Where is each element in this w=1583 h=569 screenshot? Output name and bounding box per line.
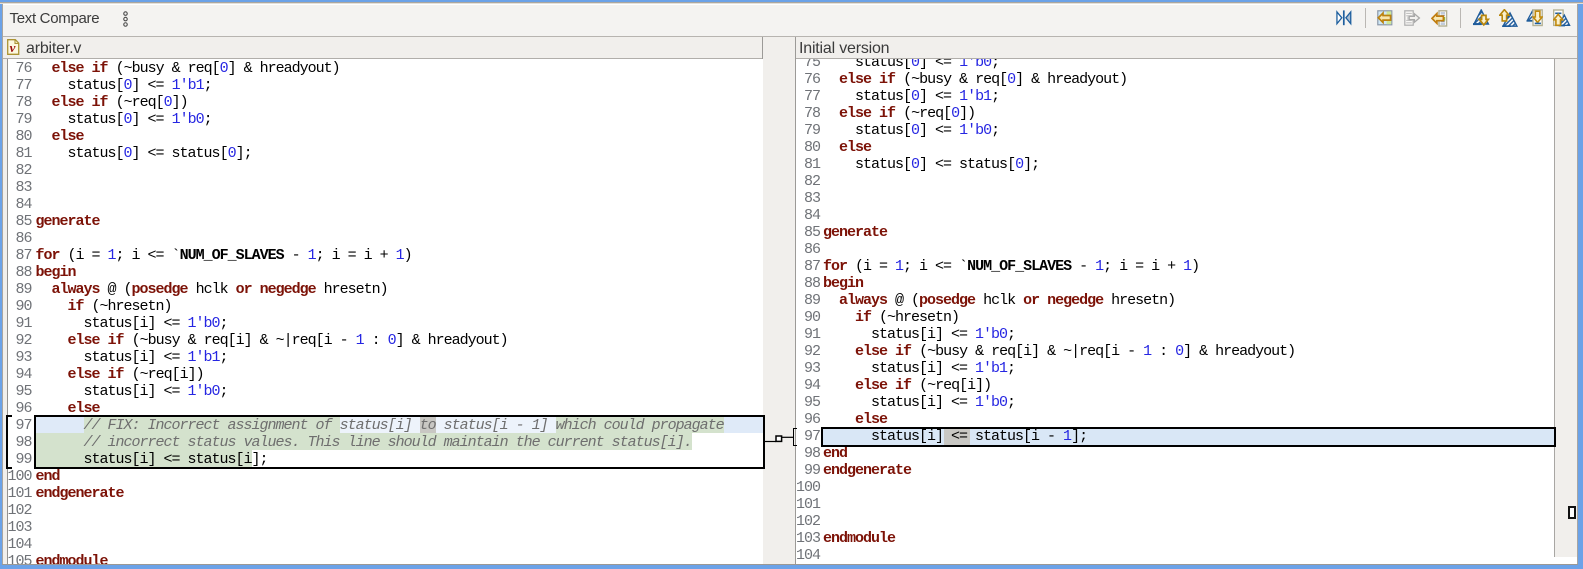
svg-text:v: v: [9, 40, 15, 55]
